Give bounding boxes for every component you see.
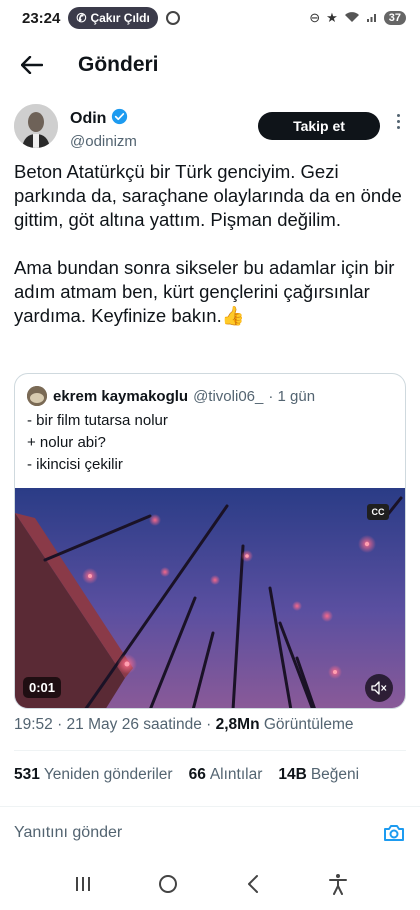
- stat-count: 14B: [278, 766, 307, 783]
- signal-icon: [366, 11, 378, 26]
- stat-count: 531: [14, 766, 40, 783]
- author-info: Odin @odinizm: [70, 104, 137, 150]
- system-nav-bar: [0, 858, 420, 910]
- stat-label: Yeniden gönderiler: [43, 766, 173, 783]
- quote-author-name: ekrem kaymakoglu: [53, 387, 189, 405]
- quotes-stat[interactable]: 66 Alıntılar: [189, 766, 263, 784]
- view-label: Görüntüleme: [263, 716, 354, 733]
- follow-button[interactable]: Takip et: [258, 112, 380, 140]
- wifi-icon: [344, 11, 360, 26]
- quote-text: - bir film tutarsa nolur + nolur abi? - …: [27, 412, 168, 473]
- camera-icon[interactable]: [382, 821, 406, 845]
- quote-video[interactable]: CC 0:01: [15, 488, 405, 708]
- star-icon: ★: [326, 10, 338, 25]
- author-name[interactable]: Odin: [70, 108, 137, 130]
- post-time-date: 19:52 · 21 May 26 saatinde ·: [14, 716, 216, 733]
- stat-count: 66: [188, 766, 206, 783]
- quoted-post-card[interactable]: ekrem kaymakoglu @tivoli06_ · 1 gün - bi…: [14, 373, 406, 709]
- mute-icon[interactable]: [365, 674, 393, 702]
- avatar[interactable]: [14, 104, 58, 148]
- page-title: Gönderi: [78, 53, 159, 76]
- back-icon[interactable]: [235, 866, 271, 902]
- quote-header: ekrem kaymakoglu @tivoli06_ · 1 gün: [15, 374, 405, 406]
- view-count[interactable]: 2,8Mn: [216, 716, 260, 733]
- video-frame: [15, 488, 405, 708]
- likes-stat[interactable]: 14B Beğeni: [278, 766, 359, 784]
- quote-avatar: [27, 386, 47, 406]
- phone-icon: ✆: [76, 11, 87, 25]
- back-arrow-icon[interactable]: [18, 51, 46, 79]
- app-header: Gönderi: [0, 40, 420, 90]
- author-handle: @odinizm: [70, 133, 137, 150]
- status-time: 23:24: [22, 9, 61, 27]
- stat-label: Alıntılar: [209, 766, 263, 783]
- reply-input[interactable]: [14, 823, 314, 842]
- quote-age: · 1 gün: [268, 387, 316, 405]
- status-icons: ⊖ ★ 37: [309, 10, 406, 26]
- do-not-disturb-icon: ⊖: [309, 10, 321, 25]
- reply-bar: [0, 806, 420, 858]
- post-meta: 19:52 · 21 May 26 saatinde · 2,8Mn Görün…: [14, 716, 353, 734]
- more-options-icon[interactable]: [390, 114, 406, 129]
- post: Odin @odinizm Takip et Beton Atatürkçü b…: [0, 104, 420, 328]
- accessibility-icon[interactable]: [320, 866, 356, 902]
- post-text: Beton Atatürkçü bir Türk genciyim. Gezi …: [14, 161, 402, 326]
- reposts-stat[interactable]: 531 Yeniden gönderiler: [14, 766, 173, 784]
- home-icon[interactable]: [150, 866, 186, 902]
- closed-captions-icon[interactable]: CC: [367, 504, 389, 520]
- author-row: Odin @odinizm Takip et: [0, 104, 420, 156]
- status-bar: 23:24 ✆ Çakır Çıldı ⊖ ★ 37: [0, 0, 420, 36]
- call-label: Çakır Çıldı: [90, 11, 150, 25]
- author-name-text: Odin: [70, 110, 107, 127]
- quote-author-handle: @tivoli06_: [193, 387, 264, 405]
- recent-apps-icon[interactable]: [65, 866, 101, 902]
- video-duration: 0:01: [23, 677, 62, 698]
- verified-badge-icon: [111, 108, 128, 130]
- stat-label: Beğeni: [310, 766, 360, 783]
- battery-indicator: 37: [383, 11, 406, 25]
- engagement-stats: 531 Yeniden gönderiler 66 Alıntılar 14B Beğ…: [14, 766, 359, 784]
- ongoing-call-pill[interactable]: ✆ Çakır Çıldı: [68, 7, 158, 29]
- status-ring-icon: [165, 11, 180, 25]
- divider: [14, 750, 406, 751]
